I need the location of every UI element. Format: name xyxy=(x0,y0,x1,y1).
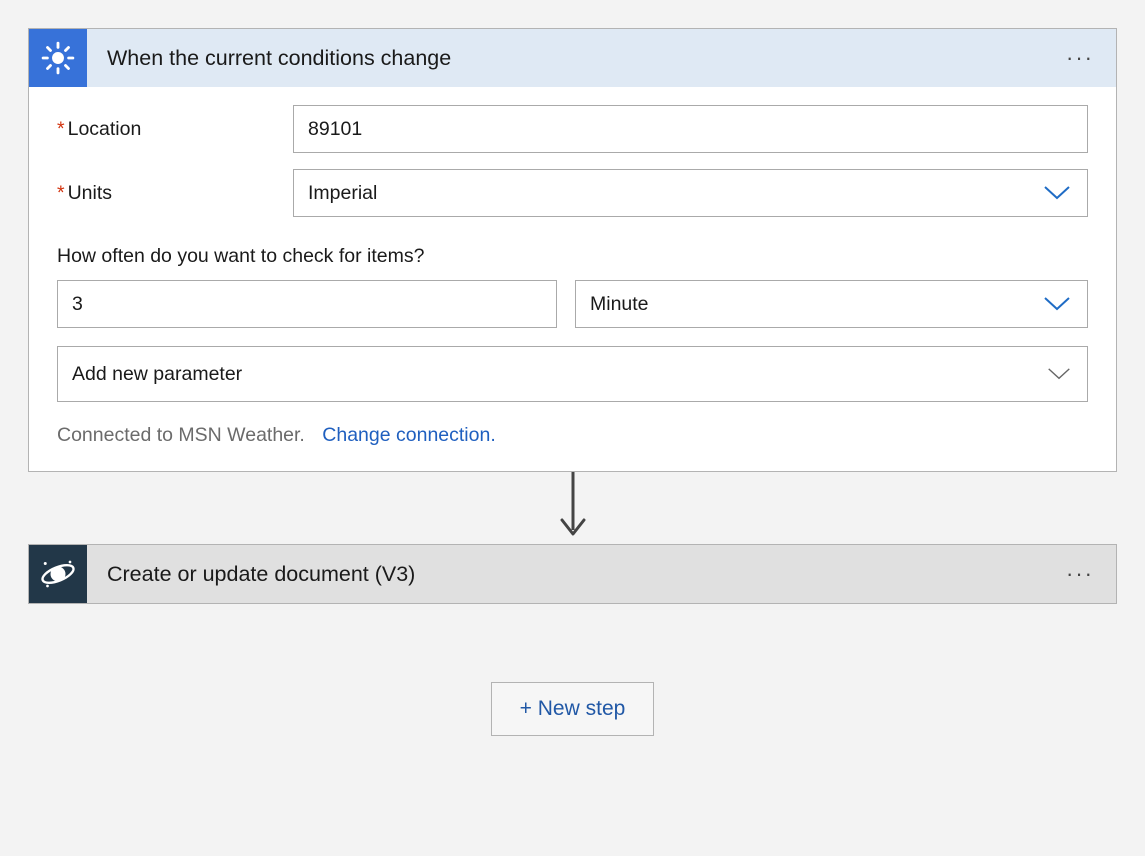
units-select[interactable]: Imperial xyxy=(293,169,1088,217)
frequency-value: Minute xyxy=(590,293,649,316)
interval-input[interactable] xyxy=(57,280,557,328)
trigger-title: When the current conditions change xyxy=(107,46,451,71)
trigger-card: When the current conditions change ··· *… xyxy=(28,28,1117,472)
chevron-down-icon xyxy=(1043,184,1071,202)
trigger-body: *Location *Units Imperial How often do y… xyxy=(29,87,1116,471)
location-label: *Location xyxy=(57,118,293,141)
connection-text: Connected to MSN Weather. xyxy=(57,424,305,446)
units-value: Imperial xyxy=(308,182,377,205)
flow-arrow xyxy=(28,472,1117,544)
add-parameter-select[interactable]: Add new parameter xyxy=(57,346,1088,402)
action-card: Create or update document (V3) ··· xyxy=(28,544,1117,604)
frequency-select[interactable]: Minute xyxy=(575,280,1088,328)
chevron-down-icon xyxy=(1043,295,1071,313)
units-label: *Units xyxy=(57,182,293,205)
connection-row: Connected to MSN Weather. Change connect… xyxy=(57,424,1088,447)
trigger-header[interactable]: When the current conditions change ··· xyxy=(29,29,1116,87)
location-row: *Location xyxy=(57,105,1088,153)
add-parameter-label: Add new parameter xyxy=(72,363,242,386)
location-input[interactable] xyxy=(293,105,1088,153)
change-connection-link[interactable]: Change connection. xyxy=(322,424,495,446)
sun-icon xyxy=(29,29,87,87)
new-step-button[interactable]: + New step xyxy=(491,682,655,736)
polling-label: How often do you want to check for items… xyxy=(57,245,1088,268)
chevron-down-icon xyxy=(1047,366,1071,382)
units-row: *Units Imperial xyxy=(57,169,1088,217)
new-step-wrap: + New step xyxy=(28,682,1117,736)
action-header[interactable]: Create or update document (V3) ··· xyxy=(29,545,1116,603)
action-title: Create or update document (V3) xyxy=(107,562,415,587)
trigger-menu-icon[interactable]: ··· xyxy=(1066,45,1094,71)
polling-row: Minute xyxy=(57,280,1088,328)
action-menu-icon[interactable]: ··· xyxy=(1066,561,1094,587)
cosmos-icon xyxy=(29,545,87,603)
